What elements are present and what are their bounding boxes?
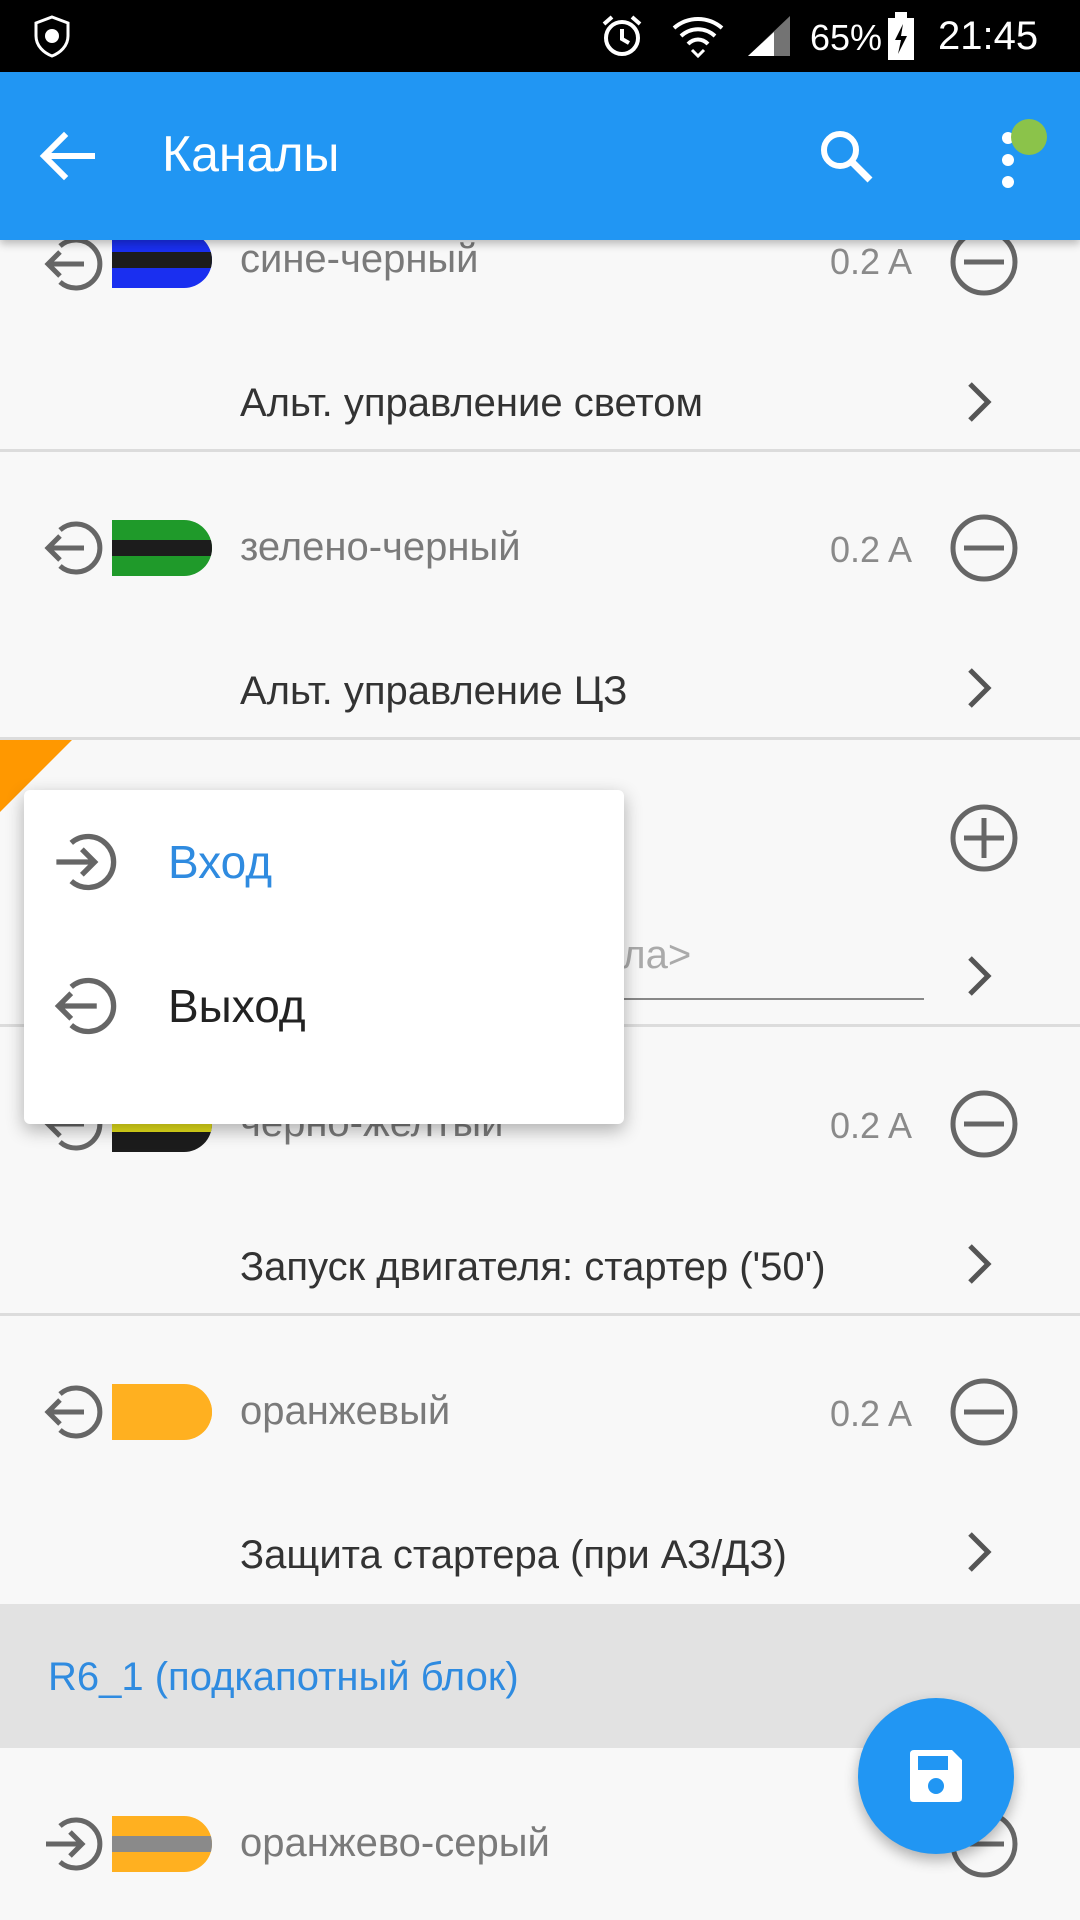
output-arrow-icon xyxy=(54,977,117,1035)
channel-name: оранжево-серый xyxy=(240,1821,550,1865)
channel-amperage: 0.2 A xyxy=(830,241,913,282)
wire-color-swatch xyxy=(112,1816,212,1872)
menu-item-label: Вход xyxy=(168,836,273,888)
add-icon[interactable] xyxy=(948,802,1020,874)
channel-amperage: 0.2 A xyxy=(830,1105,913,1146)
chevron-right-icon[interactable] xyxy=(964,1530,994,1574)
wire-color-swatch xyxy=(112,232,212,288)
search-icon[interactable] xyxy=(816,126,876,186)
input-underline xyxy=(600,998,924,1000)
battery-percent: 65% xyxy=(810,17,883,58)
input-arrow-icon[interactable] xyxy=(40,1812,104,1876)
channel-function[interactable]: Альт. управление ЦЗ xyxy=(240,666,627,716)
status-bar: 65% 21:45 xyxy=(0,0,1080,72)
remove-icon[interactable] xyxy=(948,1088,1020,1160)
channel-function[interactable]: Альт. управление светом xyxy=(240,378,703,428)
direction-popup-menu: Вход Выход xyxy=(24,790,624,1124)
divider xyxy=(0,1313,1080,1316)
menu-item-label: Выход xyxy=(168,980,306,1032)
wire-color-swatch xyxy=(112,520,212,576)
channel-name: оранжевый xyxy=(240,1389,451,1433)
page-title: Каналы xyxy=(162,126,340,182)
output-arrow-icon[interactable] xyxy=(40,232,104,296)
menu-item-input[interactable]: Вход xyxy=(24,790,624,934)
input-arrow-icon xyxy=(56,833,117,891)
divider xyxy=(0,449,1080,452)
save-icon xyxy=(910,1750,962,1802)
remove-icon[interactable] xyxy=(948,512,1020,584)
wire-color-swatch xyxy=(112,1384,212,1440)
channel-amperage: 0.2 A xyxy=(830,1393,913,1434)
channel-function[interactable]: Защита стартера (при АЗ/ДЗ) xyxy=(240,1530,787,1580)
chevron-right-icon[interactable] xyxy=(964,666,994,710)
menu-item-output[interactable]: Выход xyxy=(24,934,624,1078)
chevron-right-icon[interactable] xyxy=(964,380,994,424)
battery-charging-icon xyxy=(888,12,914,60)
status-time: 21:45 xyxy=(938,14,1039,58)
output-arrow-icon[interactable] xyxy=(40,1380,104,1444)
remove-icon[interactable] xyxy=(948,1376,1020,1448)
save-button[interactable] xyxy=(858,1698,1014,1854)
section-label: R6_1 (подкапотный блок) xyxy=(48,1655,519,1699)
chevron-right-icon[interactable] xyxy=(964,1242,994,1286)
divider xyxy=(0,737,1080,740)
signal-icon xyxy=(748,16,790,56)
channel-name: зелено-черный xyxy=(240,525,521,569)
chevron-right-icon[interactable] xyxy=(964,954,994,998)
alarm-icon xyxy=(602,15,642,56)
notification-dot xyxy=(1011,119,1047,155)
output-arrow-icon[interactable] xyxy=(40,516,104,580)
channel-amperage: 0.2 A xyxy=(830,529,913,570)
channel-function[interactable]: Запуск двигателя: стартер ('50') xyxy=(240,1242,826,1292)
app-bar: Каналы xyxy=(0,72,1080,240)
wifi-icon xyxy=(672,17,724,59)
channel-name: сине-черный xyxy=(240,237,479,281)
shield-app-icon xyxy=(34,15,70,58)
back-arrow-icon[interactable] xyxy=(38,126,98,186)
